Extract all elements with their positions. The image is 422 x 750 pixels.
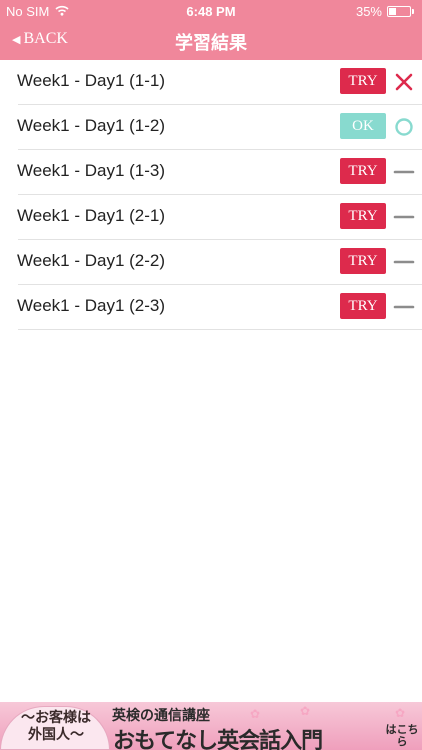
list-item: Week1 - Day1 (2-3) TRY: [0, 285, 422, 330]
ad-banner[interactable]: ✿ ✿ ✿ ✿ 〜お客様は 外国人〜 英検の通信講座 おもてなし英会話入門 はこ…: [0, 702, 422, 750]
x-icon: [393, 71, 415, 93]
ad-left-text: 〜お客様は 外国人〜: [4, 710, 108, 744]
ad-left-line2: 外国人〜: [28, 727, 84, 743]
try-button[interactable]: TRY: [340, 248, 386, 274]
ad-main-text: おもてなし英会話入門: [113, 728, 323, 750]
battery-fill: [389, 8, 396, 15]
try-button[interactable]: TRY: [340, 203, 386, 229]
ad-left-line1: 〜お客様は: [21, 710, 91, 726]
sakura-icon: ✿: [395, 706, 406, 720]
battery-percent: 35%: [355, 4, 382, 19]
lesson-label: Week1 - Day1 (1-1): [17, 71, 166, 90]
lesson-label: Week1 - Day1 (2-1): [17, 206, 166, 225]
sakura-icon: ✿: [300, 704, 311, 718]
dash-icon: [393, 296, 415, 318]
dash-icon: [393, 161, 415, 183]
circle-icon: [393, 116, 415, 138]
battery-tip: [412, 9, 414, 14]
lesson-label: Week1 - Day1 (2-3): [17, 296, 166, 315]
lesson-label: Week1 - Day1 (2-2): [17, 251, 166, 270]
ad-top-text: 英検の通信講座: [112, 708, 210, 724]
status-bar: No SIM 6:48 PM 35%: [0, 0, 422, 22]
row-divider: [18, 329, 422, 330]
results-list: Week1 - Day1 (1-1) TRY Week1 - Day1 (1-2) O…: [0, 60, 422, 330]
ad-kochira-text: はこちら: [385, 723, 419, 748]
list-item: Week1 - Day1 (1-2) OK: [0, 105, 422, 150]
try-button[interactable]: TRY: [340, 158, 386, 184]
list-item: Week1 - Day1 (1-3) TRY: [0, 150, 422, 195]
battery-icon: [387, 6, 411, 17]
list-item: Week1 - Day1 (2-2) TRY: [0, 240, 422, 285]
ok-button[interactable]: OK: [340, 113, 386, 139]
dash-icon: [393, 251, 415, 273]
lesson-label: Week1 - Day1 (1-2): [17, 116, 166, 135]
try-button[interactable]: TRY: [340, 68, 386, 94]
lesson-label: Week1 - Day1 (1-3): [17, 161, 166, 180]
try-button[interactable]: TRY: [340, 293, 386, 319]
dash-icon: [393, 206, 415, 228]
page-title: 学習結果: [175, 33, 247, 53]
status-right: 35%: [356, 4, 414, 19]
sakura-icon: ✿: [250, 707, 261, 721]
header: No SIM 6:48 PM 35% ◀ BACK 学習結果: [0, 0, 422, 60]
list-item: Week1 - Day1 (1-1) TRY: [0, 60, 422, 105]
list-item: Week1 - Day1 (2-1) TRY: [0, 195, 422, 240]
nav-bar: ◀ BACK 学習結果: [0, 22, 422, 60]
